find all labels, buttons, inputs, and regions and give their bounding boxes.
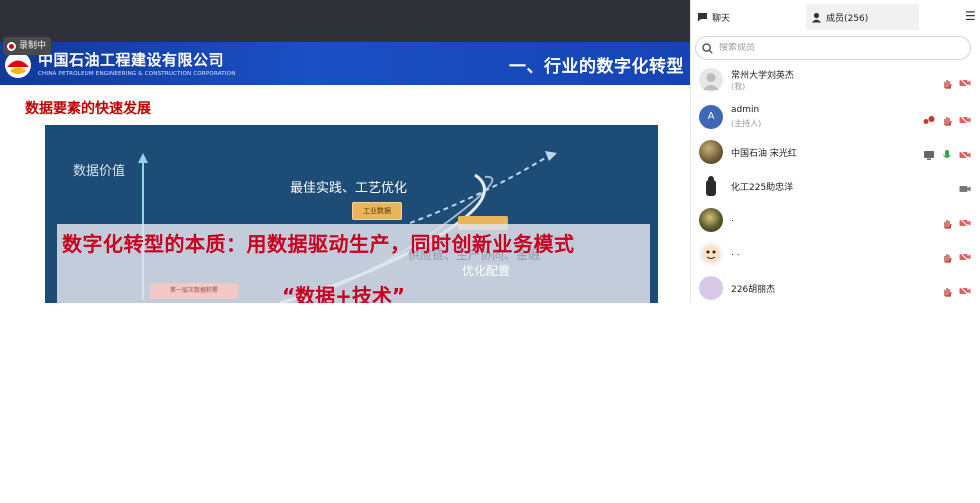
member-name: 中国石油 宋光红 [731, 149, 797, 159]
camera-off-icon[interactable] [959, 214, 971, 228]
member-name: 常州大学刘英杰 [731, 71, 795, 81]
menu-icon[interactable]: ☰ [965, 9, 977, 23]
camera-off-icon[interactable] [959, 282, 971, 296]
member-row[interactable]: A admin (主持人) [691, 101, 980, 133]
avatar [699, 140, 723, 164]
hand-icon[interactable] [941, 248, 953, 263]
company-name-cn: 中国石油工程建设有限公司 [38, 51, 225, 69]
overlay-main-caption: 数字化转型的本质：用数据驱动生产，同时创新业务模式 [62, 232, 575, 256]
hand-icon[interactable] [941, 74, 953, 89]
member-name: . [731, 214, 734, 224]
share-icon[interactable] [923, 111, 935, 124]
camera-off-icon[interactable] [959, 248, 971, 262]
camera-off-icon[interactable] [959, 111, 971, 125]
member-row[interactable]: . [691, 204, 980, 236]
member-row[interactable]: 226胡丽杰 [691, 272, 980, 303]
member-row[interactable]: . . [691, 238, 980, 270]
panel-tabs: 聊天 成员(256) ⟳ ✕ ☰ [691, 4, 980, 30]
member-name: . . [731, 248, 740, 258]
member-search[interactable] [695, 36, 971, 60]
screen-icon[interactable] [923, 146, 935, 160]
avatar [699, 68, 723, 92]
member-name: 化工225助忠洋 [731, 183, 794, 193]
avatar [699, 174, 723, 198]
camera-off-icon[interactable] [959, 146, 971, 160]
member-name: 226胡丽杰 [731, 285, 776, 295]
camera-off-icon[interactable] [959, 74, 971, 88]
tab-members-label: 成员(256) [826, 13, 869, 24]
overlay-data-tech-caption: “数据+技术” [282, 284, 406, 303]
mic-icon[interactable] [941, 146, 953, 158]
member-role: (主持人) [731, 119, 762, 128]
member-row[interactable]: 中国石油 宋光红 [691, 136, 980, 168]
chat-icon [698, 13, 707, 22]
members-panel: 聊天 成员(256) ⟳ ✕ ☰ 常州大学刘英杰 (我) [690, 0, 980, 303]
hand-icon[interactable] [941, 214, 953, 229]
diagram-y-axis-label: 数据价值 [73, 164, 126, 179]
tab-chat-label: 聊天 [712, 13, 731, 24]
member-name: admin [731, 105, 760, 115]
hand-icon[interactable] [941, 282, 953, 297]
member-role: (我) [731, 82, 746, 91]
member-row[interactable]: 常州大学刘英杰 (我) [691, 64, 980, 96]
diagram-tag-left: 第一层次数据积累 [150, 283, 238, 299]
diagram-best-practice-label: 最佳实践、工艺优化 [290, 181, 408, 196]
recording-label: 录制中 [19, 41, 47, 51]
member-row[interactable]: 化工225助忠洋 [691, 170, 980, 202]
members-icon [811, 12, 822, 22]
tab-chat[interactable]: 聊天 [695, 4, 805, 30]
shared-screen: 录制中 中国石油工程建设有限公司 CHINA PETROLEUM ENGINEE… [0, 0, 690, 303]
slide-subtitle: 数据要素的快速发展 [25, 101, 151, 117]
avatar [699, 242, 723, 266]
camera-icon[interactable] [959, 180, 971, 192]
recording-badge[interactable]: 录制中 [3, 37, 52, 55]
search-icon [702, 42, 713, 54]
search-input[interactable] [719, 43, 949, 53]
avatar [699, 276, 723, 300]
hand-icon[interactable] [941, 111, 953, 126]
slide-section-title: 一、行业的数字化转型 [509, 57, 684, 77]
video-top-bar [0, 0, 690, 42]
avatar [699, 208, 723, 232]
company-name-en: CHINA PETROLEUM ENGINEERING & CONSTRUCTI… [38, 71, 236, 77]
recording-icon [7, 41, 16, 51]
avatar-letter: A [707, 111, 715, 122]
diagram-tag-industrial-data: 工业数据 [352, 202, 402, 220]
overlay-optimize-text: 优化配置 [462, 264, 511, 278]
avatar: A [699, 105, 723, 129]
tab-members[interactable]: 成员(256) ⟳ ✕ [806, 4, 919, 30]
